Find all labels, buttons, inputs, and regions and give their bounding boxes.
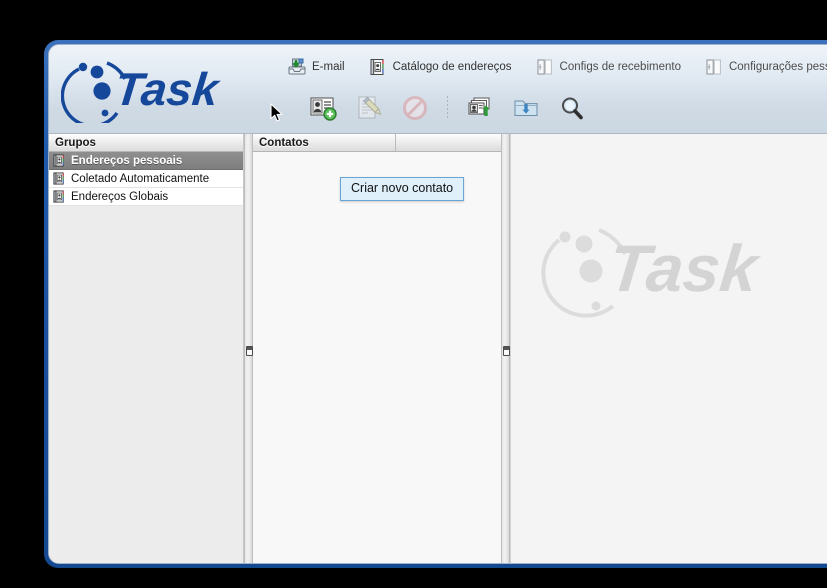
splitter-contacts-details[interactable] (501, 134, 510, 563)
folder-download-icon (514, 100, 538, 116)
group-item-personal[interactable]: Endereços pessoais (49, 152, 243, 170)
panel-icon (536, 58, 554, 76)
screen: Task E-mail Catálogo de endereços Config… (0, 0, 827, 588)
person-add-icon (310, 97, 337, 121)
import-contacts-button[interactable] (462, 90, 498, 126)
splitter-groups-contacts[interactable] (244, 134, 253, 563)
task-logo: Task (61, 51, 261, 123)
groups-list: Endereços pessoais Coletado Automaticame… (49, 152, 243, 563)
group-item-label: Endereços Globais (71, 190, 169, 203)
app-header: Task E-mail Catálogo de endereços Config… (49, 45, 827, 134)
prohibited-icon (403, 96, 427, 120)
address-book-icon (53, 154, 64, 167)
menu-item-label: Catálogo de endereços (392, 61, 512, 73)
splitter-grip (503, 346, 510, 356)
menu-item-label: Configurações pessoais (728, 61, 827, 73)
contacts-column-headers: Contatos (253, 134, 501, 152)
contacts-toolbar (305, 87, 590, 129)
search-button[interactable] (554, 90, 590, 126)
contact-details-panel: Task (510, 134, 827, 563)
menu-item-address-book[interactable]: Catálogo de endereços (366, 54, 515, 80)
group-item-global[interactable]: Endereços Globais (49, 188, 243, 206)
svg-text:Task: Task (112, 63, 223, 115)
new-contact-button[interactable] (305, 90, 341, 126)
toolbar-separator (447, 96, 448, 120)
address-book-icon (53, 190, 64, 203)
menu-item-label: Configs de recebimento (559, 61, 681, 73)
address-book-icon (369, 58, 387, 76)
delete-contact-button[interactable] (397, 90, 433, 126)
window-content: Task E-mail Catálogo de endereços Config… (48, 44, 827, 564)
column-header-contacts[interactable]: Contatos (253, 134, 396, 151)
panel-icon (705, 58, 723, 76)
group-item-auto-collected[interactable]: Coletado Automaticamente (49, 170, 243, 188)
import-folder-button[interactable] (508, 90, 544, 126)
column-header-secondary[interactable] (396, 134, 501, 151)
menu-item-email[interactable]: E-mail (285, 54, 348, 80)
top-menu: E-mail Catálogo de endereços Configs de … (281, 51, 827, 83)
contacts-list[interactable] (253, 152, 501, 563)
group-item-label: Endereços pessoais (71, 154, 183, 167)
application-window: Task E-mail Catálogo de endereços Config… (44, 40, 827, 568)
menu-item-receive-settings[interactable]: Configs de recebimento (533, 54, 684, 80)
address-book-icon (53, 172, 64, 185)
menu-item-personal-settings[interactable]: Configurações pessoais (702, 54, 827, 80)
pencil-edit-icon (358, 96, 382, 119)
task-watermark-logo: Task (533, 212, 827, 327)
groups-panel: Grupos Endereços pessoais Coletado Autom… (49, 134, 244, 563)
svg-text:Task: Task (605, 232, 764, 306)
groups-panel-header: Grupos (49, 134, 243, 152)
splitter-grip (246, 346, 253, 356)
contacts-upload-icon (468, 97, 490, 116)
edit-contact-button[interactable] (351, 90, 387, 126)
magnifier-icon (562, 97, 583, 120)
menu-item-label: E-mail (312, 61, 345, 73)
inbox-download-icon (288, 58, 306, 76)
tooltip-new-contact: Criar novo contato (340, 177, 465, 201)
group-item-label: Coletado Automaticamente (71, 172, 210, 185)
